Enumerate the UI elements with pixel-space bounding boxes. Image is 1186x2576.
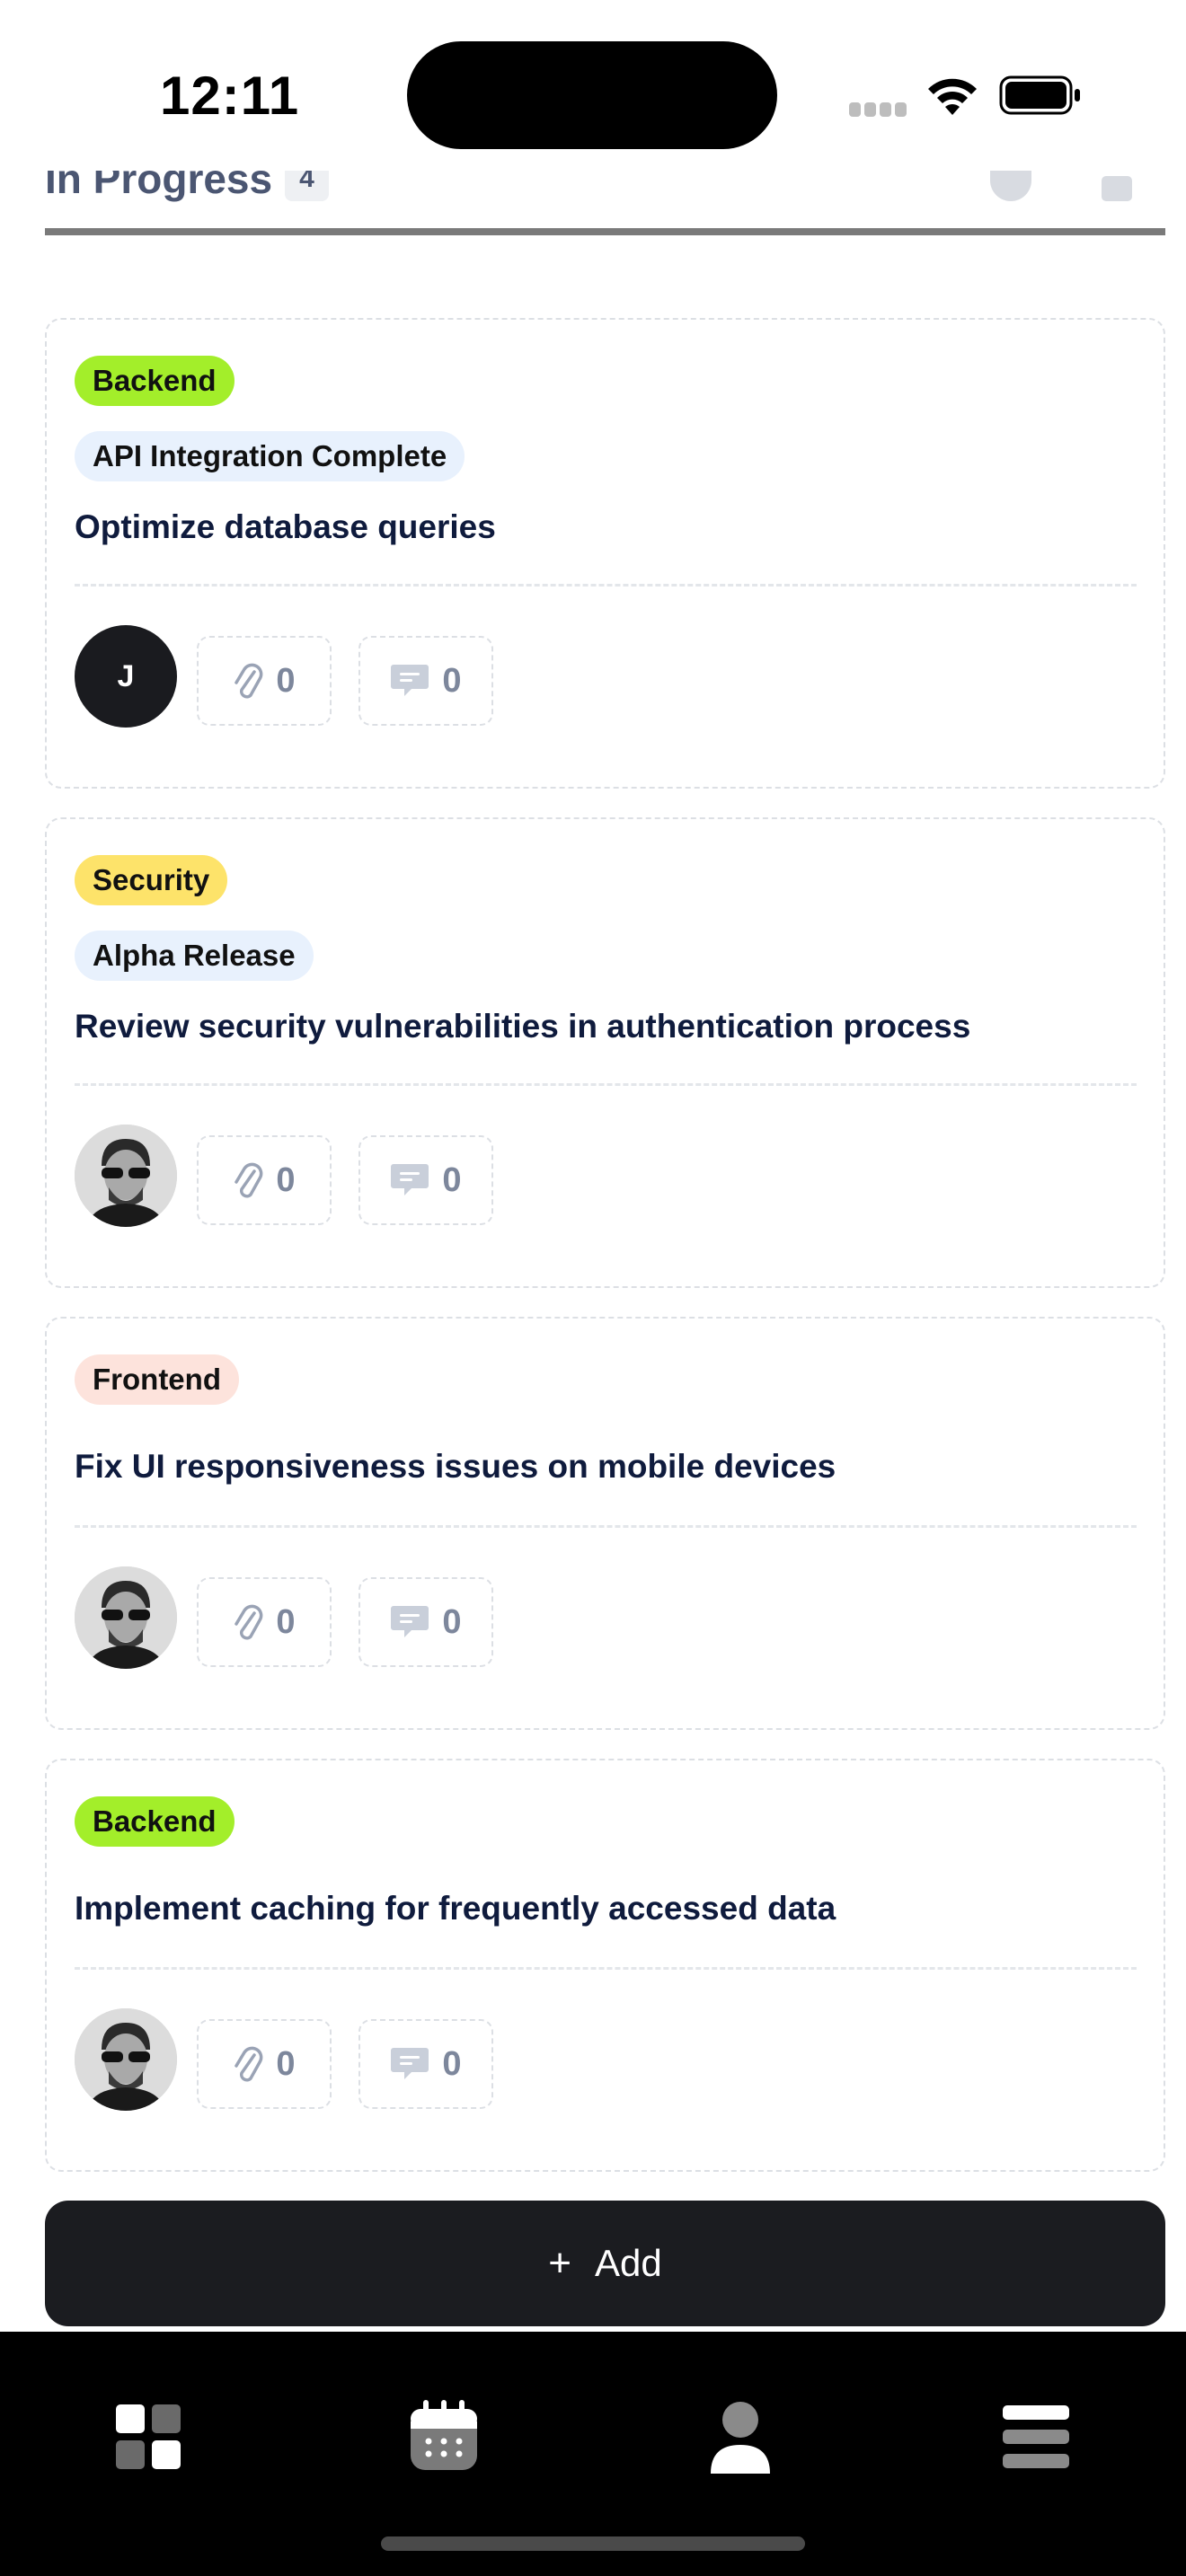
- status-bar: 12:11: [0, 0, 1186, 171]
- task-title: Review security vulnerabilities in authe…: [75, 1008, 971, 1045]
- home-indicator: [381, 2536, 805, 2551]
- card-divider: [75, 584, 1137, 587]
- comments-counter[interactable]: 0: [358, 2019, 493, 2109]
- comment-icon: [391, 1606, 429, 1637]
- category-tag: Backend: [75, 356, 235, 406]
- task-title: Optimize database queries: [75, 508, 496, 545]
- column-options-icon[interactable]: [990, 169, 1031, 201]
- avatar-photo-icon: [75, 1566, 177, 1669]
- task-card[interactable]: Backend Implement caching for frequently…: [45, 1759, 1165, 2172]
- comments-count: 0: [442, 661, 462, 700]
- paperclip-icon: [235, 1604, 263, 1640]
- avatar-photo-icon: [75, 1125, 177, 1227]
- calendar-icon[interactable]: [403, 2396, 484, 2477]
- comments-count: 0: [442, 1602, 462, 1641]
- attachments-count: 0: [276, 2044, 296, 2083]
- category-tag: Backend: [75, 1796, 235, 1847]
- attachments-counter[interactable]: 0: [197, 2019, 332, 2109]
- assignee-avatar[interactable]: [75, 1566, 177, 1669]
- milestone-tag: Alpha Release: [75, 931, 314, 981]
- paperclip-icon: [235, 663, 263, 699]
- milestone-tag: API Integration Complete: [75, 431, 465, 481]
- attachments-count: 0: [276, 661, 296, 700]
- assignee-avatar[interactable]: J: [75, 625, 177, 728]
- task-card[interactable]: Security Alpha Release Review security v…: [45, 817, 1165, 1288]
- category-tag: Frontend: [75, 1354, 239, 1405]
- avatar-photo-icon: [75, 2008, 177, 2111]
- comment-icon: [391, 1164, 429, 1195]
- comments-counter[interactable]: 0: [358, 1135, 493, 1225]
- cellular-signal-icon: [849, 102, 908, 117]
- card-divider: [75, 1525, 1137, 1528]
- attachments-count: 0: [276, 1160, 296, 1199]
- comment-icon: [391, 2048, 429, 2079]
- task-title: Fix UI responsiveness issues on mobile d…: [75, 1448, 836, 1485]
- attachments-counter[interactable]: 0: [197, 1577, 332, 1667]
- battery-icon: [999, 75, 1080, 115]
- card-divider: [75, 1967, 1137, 1970]
- attachments-counter[interactable]: 0: [197, 636, 332, 726]
- comments-counter[interactable]: 0: [358, 636, 493, 726]
- comments-counter[interactable]: 0: [358, 1577, 493, 1667]
- add-button-label: Add: [594, 2242, 662, 2284]
- assignee-avatar[interactable]: [75, 1125, 177, 1227]
- category-tag: Security: [75, 855, 228, 905]
- menu-icon[interactable]: [996, 2396, 1076, 2477]
- profile-icon[interactable]: [700, 2396, 781, 2477]
- task-card[interactable]: Frontend Fix UI responsiveness issues on…: [45, 1317, 1165, 1730]
- column-collapse-icon[interactable]: [1102, 176, 1132, 201]
- comments-count: 0: [442, 1160, 462, 1199]
- comment-icon: [391, 665, 429, 696]
- wifi-icon: [928, 78, 977, 115]
- paperclip-icon: [235, 1162, 263, 1198]
- assignee-avatar[interactable]: [75, 2008, 177, 2111]
- comments-count: 0: [442, 2044, 462, 2083]
- card-divider: [75, 1083, 1137, 1086]
- dashboard-grid-icon[interactable]: [108, 2396, 189, 2477]
- paperclip-icon: [235, 2046, 263, 2082]
- dynamic-island: [407, 41, 777, 149]
- status-time: 12:11: [160, 66, 300, 126]
- attachments-count: 0: [276, 1602, 296, 1641]
- attachments-counter[interactable]: 0: [197, 1135, 332, 1225]
- plus-icon: +: [548, 2241, 571, 2285]
- task-title: Implement caching for frequently accesse…: [75, 1890, 836, 1927]
- column-underline: [45, 228, 1165, 235]
- task-card[interactable]: Backend API Integration Complete Optimiz…: [45, 318, 1165, 789]
- add-task-button[interactable]: + Add: [45, 2201, 1165, 2326]
